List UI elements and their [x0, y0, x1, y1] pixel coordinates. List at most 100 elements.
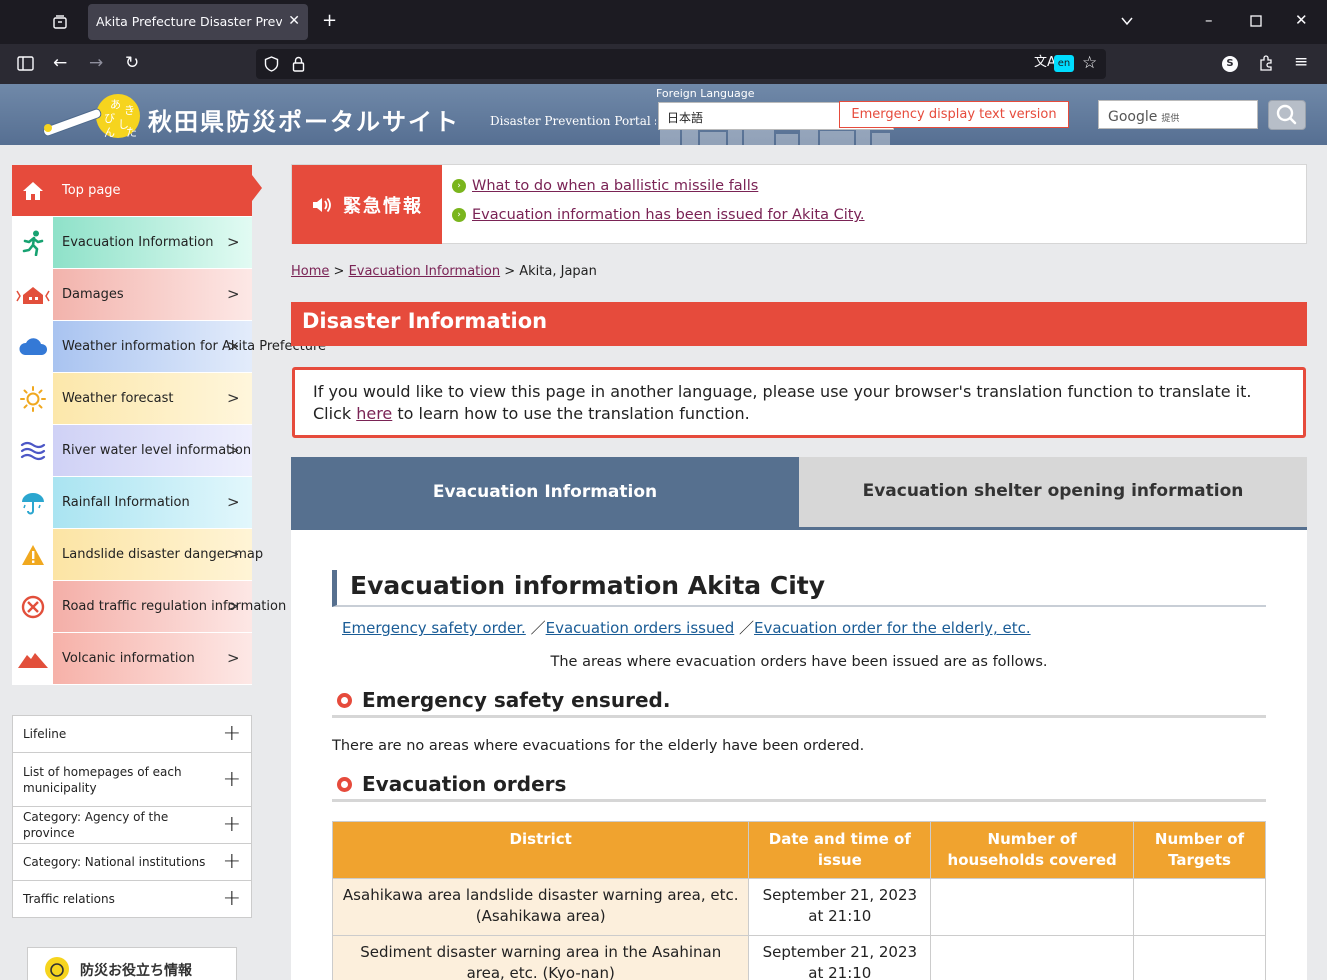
emergency-info-box: 緊急情報 › What to do when a ballistic missi…: [291, 164, 1307, 244]
tracking-shield-icon[interactable]: [264, 56, 279, 75]
app-menu-icon[interactable]: ≡: [1294, 54, 1308, 71]
back-icon[interactable]: ←: [53, 55, 67, 72]
emergency-heading: 緊急情報: [292, 165, 442, 244]
sidebar-item-top-page[interactable]: Top page: [12, 165, 262, 217]
chevron-right-icon: >: [227, 493, 240, 511]
bousai-useful-info-banner[interactable]: 防災お役立ち情報: [27, 947, 237, 980]
table-row: Sediment disaster warning area in the As…: [331, 935, 1266, 980]
url-bar[interactable]: 文A ☆: [256, 49, 1106, 79]
svg-text:き: き: [124, 104, 135, 117]
sidebar-item-label: Road traffic regulation information: [62, 599, 287, 614]
anchor-evacuation-orders[interactable]: Evacuation orders issued: [546, 619, 735, 637]
forward-icon[interactable]: →: [89, 55, 103, 72]
plus-icon: +: [222, 886, 241, 911]
banner-text: 防災お役立ち情報: [80, 963, 192, 979]
search-button[interactable]: [1268, 100, 1306, 130]
accordion-label: Traffic relations: [23, 892, 115, 906]
svg-text:び: び: [104, 112, 115, 125]
table-header-row: District Date and time of issue Number o…: [331, 821, 1266, 879]
accordion-label: List of homepages of each municipality: [23, 764, 182, 795]
areas-intro-text: The areas where evacuation orders have b…: [550, 654, 1048, 670]
sidebar-toggle-icon[interactable]: [17, 56, 34, 74]
accordion-agency-of-province[interactable]: Category: Agency of the province +: [13, 807, 251, 844]
sidebar-item-label: Damages: [62, 287, 124, 302]
notice-here-link[interactable]: here: [356, 404, 392, 423]
chevron-right-icon: >: [227, 285, 240, 303]
bookmark-star-icon[interactable]: ☆: [1082, 55, 1097, 72]
extensions-icon[interactable]: [1258, 55, 1274, 75]
breadcrumb-home-link[interactable]: Home: [291, 264, 329, 279]
info-tabs: Evacuation Information Evacuation shelte…: [291, 457, 1307, 530]
tab-overview-icon[interactable]: [52, 14, 68, 33]
google-search-input[interactable]: Google 提供: [1098, 100, 1258, 129]
accordion-municipality-homepages[interactable]: List of homepages of each municipality +: [13, 753, 251, 807]
maximize-icon[interactable]: [1250, 14, 1262, 30]
sidebar-item-rainfall[interactable]: Rainfall Information >: [12, 477, 252, 529]
tab-shelter-opening[interactable]: Evacuation shelter opening information: [799, 457, 1307, 527]
account-avatar[interactable]: S: [1222, 56, 1238, 72]
emergency-heading-text: 緊急情報: [343, 195, 423, 217]
green-arrow-icon: ›: [452, 179, 466, 193]
green-arrow-icon: ›: [452, 208, 466, 222]
col-district: District: [331, 821, 750, 879]
section-anchor-links: Emergency safety order. ／Evacuation orde…: [342, 617, 1031, 638]
tab-close-icon[interactable]: ✕: [288, 13, 300, 29]
plus-icon: +: [222, 721, 241, 746]
sidebar-item-weather-information[interactable]: Weather information for Akita Prefecture…: [12, 321, 326, 373]
site-header: あ き び し ん た 秋田県防災ポータルサイト Disaster Preven…: [0, 84, 1327, 145]
breadcrumb-current: Akita, Japan: [519, 264, 597, 279]
chevron-right-icon: >: [227, 441, 240, 459]
subheading-text: Emergency safety ensured.: [362, 688, 671, 712]
list-all-tabs-icon[interactable]: [1120, 14, 1134, 31]
sidebar-item-evacuation[interactable]: Evacuation Information >: [12, 217, 252, 269]
cell-targets: [1133, 878, 1266, 936]
col-date-time: Date and time of issue: [748, 821, 932, 879]
breadcrumb-evacuation-link[interactable]: Evacuation Information: [349, 264, 501, 279]
notice-rest-text: to learn how to use the translation func…: [397, 404, 750, 423]
notice-click-text: Click: [313, 404, 352, 423]
accordion-national-institutions[interactable]: Category: National institutions +: [13, 844, 251, 881]
cell-households: [930, 935, 1135, 980]
translate-language-badge[interactable]: en: [1054, 55, 1074, 72]
foreign-language-label: Foreign Language: [656, 87, 755, 100]
browser-tab-active[interactable]: Akita Prefecture Disaster Prevention ✕: [88, 4, 308, 40]
accordion-traffic-relations[interactable]: Traffic relations +: [13, 881, 251, 917]
close-window-icon[interactable]: ✕: [1295, 12, 1308, 28]
active-pointer: [252, 175, 262, 201]
tab-evacuation-information[interactable]: Evacuation Information: [291, 457, 799, 530]
evacuation-city-heading: Evacuation information Akita City: [332, 570, 1266, 607]
sidebar-item-weather-forecast[interactable]: Weather forecast >: [12, 373, 252, 425]
emergency-text-version-button[interactable]: Emergency display text version: [839, 101, 1069, 128]
chevron-right-icon: >: [227, 597, 240, 615]
sidebar-item-road-traffic[interactable]: Road traffic regulation information >: [12, 581, 286, 633]
cloud-icon: [12, 321, 53, 372]
volcano-icon: [12, 633, 53, 684]
sidebar-item-volcanic[interactable]: Volcanic information >: [12, 633, 252, 685]
emergency-link-row: › What to do when a ballistic missile fa…: [452, 178, 758, 194]
col-households: Number of households covered: [930, 821, 1135, 879]
new-tab-icon[interactable]: +: [322, 12, 337, 30]
site-title[interactable]: 秋田県防災ポータルサイト: [148, 102, 460, 137]
reload-icon[interactable]: ↻: [125, 55, 139, 72]
sidebar-item-label: Top page: [62, 183, 121, 198]
sidebar-item-label: Weather forecast: [62, 391, 174, 406]
sidebar-item-river-water-level[interactable]: River water level information >: [12, 425, 252, 477]
translate-icon[interactable]: 文A: [1034, 55, 1056, 71]
google-provided-label: 提供: [1161, 114, 1180, 124]
minimize-icon[interactable]: –: [1205, 12, 1213, 28]
bousai-mascot-logo: あ き び し ん た: [43, 94, 140, 139]
accordion-lifeline[interactable]: Lifeline +: [13, 716, 251, 753]
plus-icon: +: [222, 849, 241, 874]
site-subtitle: Disaster Prevention Portal site: [490, 114, 656, 128]
emergency-link-ballistic-missile[interactable]: What to do when a ballistic missile fall…: [472, 178, 758, 194]
anchor-emergency-safety[interactable]: Emergency safety order.: [342, 619, 526, 637]
breadcrumb-separator: >: [333, 264, 349, 279]
lock-icon[interactable]: [292, 56, 305, 75]
home-icon: [12, 165, 53, 216]
sidebar-menu: Top page Evacuation Information > Damage…: [12, 165, 326, 685]
emergency-link-akita-evacuation[interactable]: Evacuation information has been issued f…: [472, 207, 865, 223]
sidebar-item-damages[interactable]: Damages >: [12, 269, 252, 321]
anchor-elderly-order[interactable]: Evacuation order for the elderly, etc.: [754, 619, 1031, 637]
emergency-safety-heading: Emergency safety ensured.: [332, 688, 1266, 718]
sidebar-item-landslide-map[interactable]: Landslide disaster danger map >: [12, 529, 263, 581]
